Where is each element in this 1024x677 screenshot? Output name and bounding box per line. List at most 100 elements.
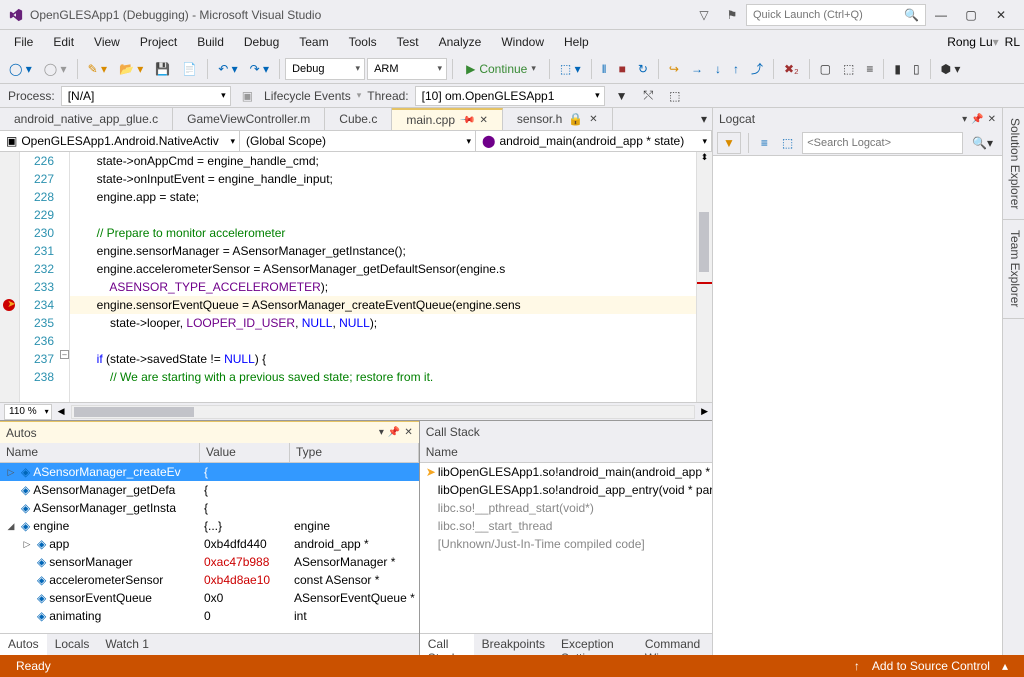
menu-window[interactable]: Window bbox=[491, 32, 554, 52]
autos-row[interactable]: ▷◈app0xb4dfd440android_app * bbox=[0, 535, 419, 553]
col-name[interactable]: Name bbox=[420, 443, 712, 462]
new-project-button[interactable]: ✎ ▾ bbox=[83, 59, 112, 79]
chevron-up-icon[interactable]: ▴ bbox=[996, 659, 1014, 673]
autos-row[interactable]: ◢◈engine{...}engine bbox=[0, 517, 419, 535]
scroll-icon[interactable]: ⬚ bbox=[777, 133, 798, 153]
callstack-row[interactable]: [Unknown/Just-In-Time compiled code] bbox=[420, 535, 712, 553]
autos-row[interactable]: ◈ASensorManager_getDefa{ bbox=[0, 481, 419, 499]
toolbar-btn-5[interactable]: ≡ bbox=[861, 59, 878, 79]
tab-main-cpp[interactable]: main.cpp 📌 ✕ bbox=[392, 108, 503, 130]
scrollbar-thumb[interactable] bbox=[699, 212, 709, 272]
nav-scope-1[interactable]: ▣ OpenGLESApp1.Android.NativeActiv bbox=[0, 131, 240, 151]
toolbar-btn-1[interactable]: ⬚ ▾ bbox=[555, 59, 586, 79]
menu-analyze[interactable]: Analyze bbox=[429, 32, 492, 52]
dropdown-icon[interactable]: ▾ bbox=[962, 114, 967, 125]
logcat-search[interactable] bbox=[802, 132, 963, 154]
callstack-grid-body[interactable]: ➤libOpenGLESApp1.so!android_main(android… bbox=[420, 463, 712, 633]
thread-stack-icon[interactable]: ⤲ bbox=[639, 85, 659, 106]
autos-row[interactable]: ◈accelerometerSensor0xb4d8ae10const ASen… bbox=[0, 571, 419, 589]
menu-build[interactable]: Build bbox=[187, 32, 234, 52]
lifecycle-label[interactable]: Lifecycle Events bbox=[264, 89, 351, 103]
code-area[interactable]: state->onAppCmd = engine_handle_cmd; sta… bbox=[70, 152, 696, 402]
panel-tab-exception[interactable]: Exception Settin... bbox=[553, 634, 637, 655]
close-button[interactable]: ✕ bbox=[986, 4, 1016, 26]
tab-sensor[interactable]: sensor.h 🔒 ✕ bbox=[503, 108, 613, 130]
autos-row[interactable]: ◈ASensorManager_getInsta{ bbox=[0, 499, 419, 517]
thread-filter-icon[interactable]: ▼ bbox=[611, 86, 633, 106]
outline-gutter[interactable]: – bbox=[60, 152, 70, 402]
menu-file[interactable]: File bbox=[4, 32, 43, 52]
collapse-icon[interactable]: – bbox=[60, 350, 69, 359]
source-control-icon[interactable]: ↑ bbox=[848, 659, 866, 673]
scroll-left-icon[interactable]: ◀ bbox=[58, 406, 65, 417]
col-type[interactable]: Type bbox=[290, 443, 419, 462]
callstack-header[interactable]: Call Stack ▾ 📌 ✕ bbox=[420, 421, 712, 443]
save-all-button[interactable]: 📄 bbox=[177, 59, 202, 79]
pin-icon[interactable]: 📌 bbox=[971, 114, 983, 125]
close-icon[interactable]: ✕ bbox=[589, 114, 597, 125]
panel-tab-breakpoints[interactable]: Breakpoints bbox=[474, 634, 553, 655]
callstack-row[interactable]: libc.so!__start_thread bbox=[420, 517, 712, 535]
pause-button[interactable]: ‖ bbox=[597, 59, 612, 79]
dropdown-icon[interactable]: ▾ bbox=[379, 427, 384, 438]
panel-tab-watch1[interactable]: Watch 1 bbox=[97, 634, 157, 655]
split-icon[interactable]: ⬍ bbox=[697, 152, 712, 163]
menu-view[interactable]: View bbox=[84, 32, 130, 52]
toolbar-btn-3[interactable]: ▢ bbox=[815, 59, 836, 79]
menu-tools[interactable]: Tools bbox=[339, 32, 387, 52]
tab-cube[interactable]: Cube.c bbox=[325, 108, 392, 130]
callstack-row[interactable]: ➤libOpenGLESApp1.so!android_main(android… bbox=[420, 463, 712, 481]
toolbar-btn-7[interactable]: ▯ bbox=[908, 59, 925, 79]
col-value[interactable]: Value bbox=[200, 443, 290, 462]
callstack-row[interactable]: libOpenGLESApp1.so!android_app_entry(voi… bbox=[420, 481, 712, 499]
logcat-header[interactable]: Logcat ▾ 📌 ✕ bbox=[713, 108, 1002, 130]
side-tab-solution-explorer[interactable]: Solution Explorer bbox=[1003, 108, 1024, 220]
redo-button[interactable]: ↷ ▾ bbox=[245, 59, 274, 79]
add-source-control[interactable]: Add to Source Control bbox=[866, 659, 996, 673]
code-editor[interactable]: ➤ 22622722822923023123223323423523623723… bbox=[0, 152, 712, 402]
expand-icon[interactable]: ▷ bbox=[4, 467, 18, 478]
menu-test[interactable]: Test bbox=[387, 32, 429, 52]
toolbar-btn-6[interactable]: ▮ bbox=[889, 59, 906, 79]
process-combo[interactable]: [N/A] bbox=[61, 86, 231, 106]
menu-debug[interactable]: Debug bbox=[234, 32, 289, 52]
vertical-scrollbar[interactable]: ⬍ bbox=[696, 152, 712, 402]
logcat-body[interactable] bbox=[713, 156, 1002, 655]
expand-icon[interactable]: ▷ bbox=[20, 539, 34, 550]
filter-icon[interactable]: ▽ bbox=[694, 8, 714, 22]
step-out-button[interactable]: ↑ bbox=[728, 59, 744, 79]
forward-button[interactable]: ◯ ▾ bbox=[39, 59, 72, 79]
menu-edit[interactable]: Edit bbox=[43, 32, 84, 52]
save-button[interactable]: 💾 bbox=[150, 59, 175, 79]
breakpoint-gutter[interactable]: ➤ bbox=[0, 152, 20, 402]
autos-row[interactable]: ◈sensorManager0xac47b988ASensorManager * bbox=[0, 553, 419, 571]
close-icon[interactable]: ✕ bbox=[404, 427, 412, 438]
scroll-right-icon[interactable]: ▶ bbox=[701, 406, 708, 417]
tab-dropdown-icon[interactable]: ▾ bbox=[696, 108, 712, 130]
pin-icon[interactable]: 📌 bbox=[459, 112, 476, 129]
autos-row[interactable]: ◈sensorEventQueue0x0ASensorEventQueue * bbox=[0, 589, 419, 607]
panel-tab-autos[interactable]: Autos bbox=[0, 634, 47, 655]
menu-help[interactable]: Help bbox=[554, 32, 599, 52]
tab-gameview[interactable]: GameViewController.m bbox=[173, 108, 325, 130]
menu-project[interactable]: Project bbox=[130, 32, 187, 52]
autos-grid-body[interactable]: ▷◈ASensorManager_createEv{◈ASensorManage… bbox=[0, 463, 419, 633]
toolbar-btn-8[interactable]: ⬢ ▾ bbox=[936, 59, 966, 79]
zoom-combo[interactable]: 110 % bbox=[4, 404, 52, 420]
panel-tab-command[interactable]: Command Win... bbox=[637, 634, 712, 655]
notification-icon[interactable]: ⚑ bbox=[722, 8, 742, 22]
stop-button[interactable]: ■ bbox=[614, 59, 631, 79]
logcat-search-input[interactable] bbox=[807, 137, 958, 149]
wrap-icon[interactable]: ≡ bbox=[756, 133, 773, 153]
nav-scope-3[interactable]: ⬤ android_main(android_app * state) bbox=[476, 131, 712, 151]
scrollbar-thumb[interactable] bbox=[74, 407, 194, 417]
user-badge[interactable]: RL bbox=[1005, 35, 1020, 49]
menu-team[interactable]: Team bbox=[289, 32, 338, 52]
lifecycle-icon[interactable]: ▣ bbox=[237, 86, 258, 106]
continue-button[interactable]: ▶ Continue ▾ bbox=[458, 60, 544, 78]
show-next-statement-button[interactable]: ↪ bbox=[664, 59, 684, 79]
panel-tab-callstack[interactable]: Call Stack bbox=[420, 634, 474, 655]
search-icon[interactable]: 🔍▾ bbox=[967, 133, 998, 153]
panel-tab-locals[interactable]: Locals bbox=[47, 634, 98, 655]
restart-button[interactable]: ↻ bbox=[633, 59, 653, 79]
